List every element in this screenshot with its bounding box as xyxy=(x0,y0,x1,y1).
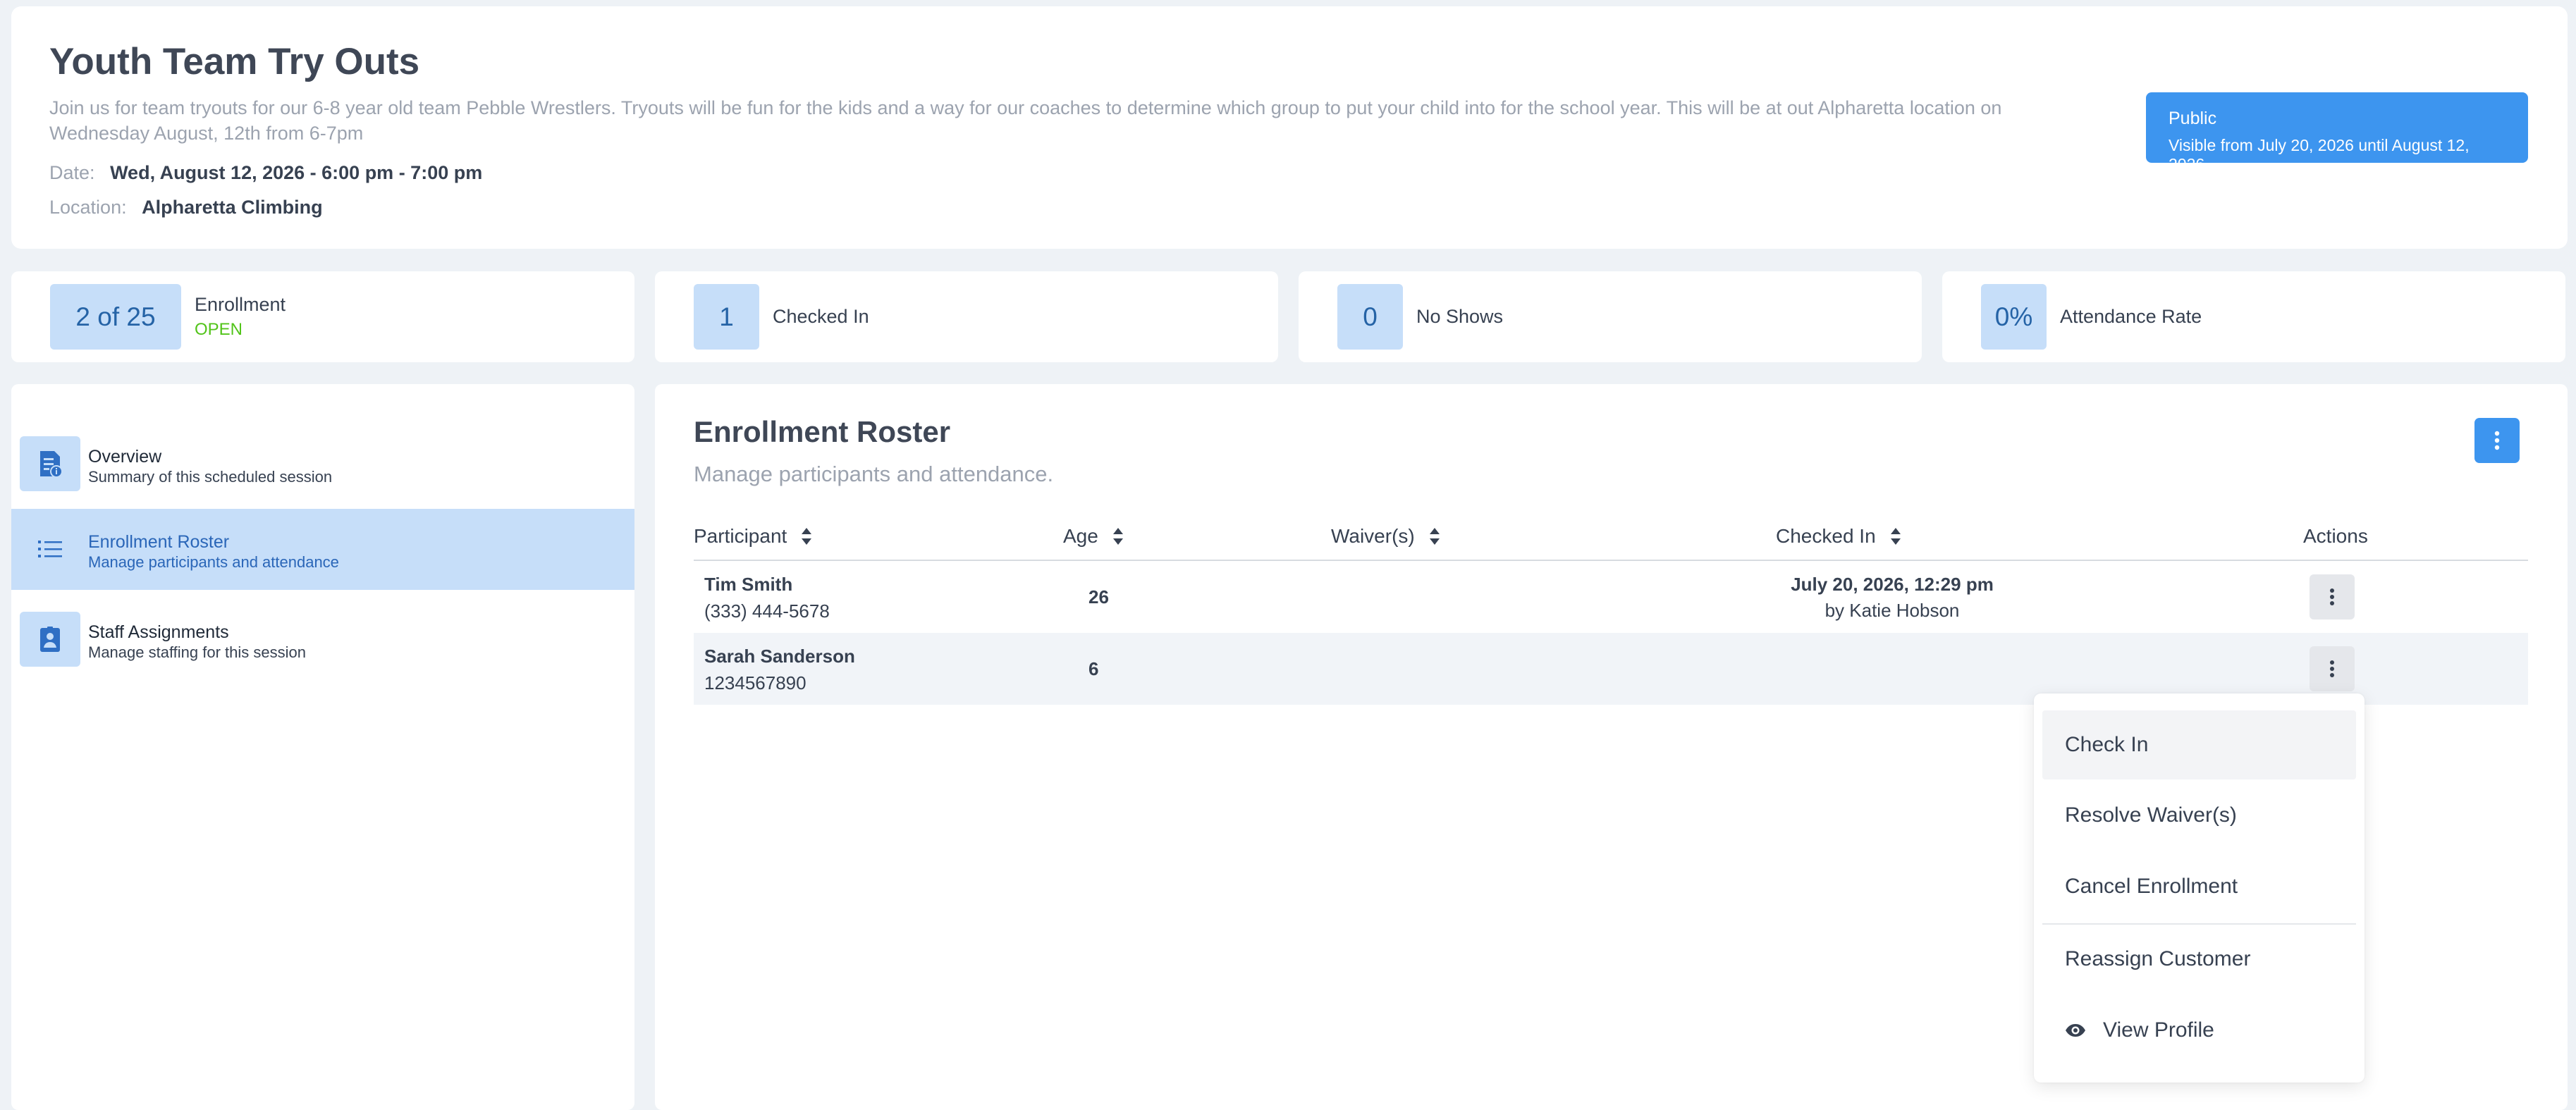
list-icon xyxy=(20,522,80,576)
column-header-label: Age xyxy=(1063,525,1098,547)
roster-subtitle: Manage participants and attendance. xyxy=(694,462,1054,486)
event-location: Location: Alpharetta Climbing xyxy=(49,197,323,218)
sidebar-item-enrollment-roster[interactable]: Enrollment Roster Manage participants an… xyxy=(11,509,634,590)
date-value: Wed, August 12, 2026 - 6:00 pm - 7:00 pm xyxy=(110,162,483,183)
kebab-icon xyxy=(2330,660,2334,677)
visibility-subtitle: Visible from July 20, 2026 until August … xyxy=(2169,136,2470,173)
participant-phone: 1234567890 xyxy=(704,672,806,693)
badge-icon xyxy=(20,612,80,667)
column-header-checked-in[interactable]: Checked In xyxy=(1776,525,1901,548)
sidebar-item-label: Overview xyxy=(88,447,162,467)
participant-age: 26 xyxy=(1088,586,1109,608)
sidebar-item-sublabel: Summary of this scheduled session xyxy=(88,468,333,486)
menu-item-reassign-customer[interactable]: Reassign Customer xyxy=(2042,925,2356,994)
eye-icon xyxy=(2066,1024,2085,1037)
participant-age: 6 xyxy=(1088,658,1099,679)
visibility-title: Public xyxy=(2169,109,2217,128)
sort-icon xyxy=(802,528,812,545)
menu-item-label: Cancel Enrollment xyxy=(2065,875,2238,898)
menu-item-view-profile[interactable]: View Profile xyxy=(2042,996,2356,1065)
menu-item-label: Check In xyxy=(2065,733,2149,756)
menu-item-label: Resolve Waiver(s) xyxy=(2065,803,2237,827)
sidebar-item-sublabel: Manage participants and attendance xyxy=(88,553,339,571)
visibility-badge[interactable]: Public Visible from July 20, 2026 until … xyxy=(2146,92,2528,173)
menu-item-label: Reassign Customer xyxy=(2065,947,2251,970)
checked-in-info: July 20, 2026, 12:29 pm by Katie Hobson xyxy=(1681,574,2104,622)
menu-item-label: View Profile xyxy=(2103,1018,2214,1042)
attendance-rate-value: 0% xyxy=(1981,284,2047,350)
column-header-age[interactable]: Age xyxy=(1063,525,1124,548)
no-shows-label: No Shows xyxy=(1416,306,1504,327)
checked-in-count: 1 xyxy=(694,284,759,350)
checked-in-date: July 20, 2026, 12:29 pm xyxy=(1791,574,1994,595)
menu-item-cancel-enrollment[interactable]: Cancel Enrollment xyxy=(2042,852,2356,921)
column-header-label: Participant xyxy=(694,525,787,547)
participant-name[interactable]: Tim Smith xyxy=(704,574,792,596)
sidebar-item-label: Staff Assignments xyxy=(88,622,229,642)
participant-name[interactable]: Sarah Sanderson xyxy=(704,646,855,667)
enrollment-label: Enrollment xyxy=(195,294,286,315)
checked-in-label: Checked In xyxy=(773,306,869,327)
enrollment-status: OPEN xyxy=(195,320,243,339)
date-label: Date: xyxy=(49,162,95,183)
column-header-participant[interactable]: Participant xyxy=(694,525,812,548)
row-action-menu: Check In Resolve Waiver(s) Cancel Enroll… xyxy=(2034,693,2365,1083)
checked-in-by: by Katie Hobson xyxy=(1824,600,1960,621)
sidebar-item-sublabel: Manage staffing for this session xyxy=(88,643,306,661)
sidebar: Overview Summary of this scheduled sessi… xyxy=(11,384,634,1110)
table-row: Tim Smith (333) 444-5678 26 July 20, 202… xyxy=(694,561,2528,633)
column-header-waivers[interactable]: Waiver(s) xyxy=(1331,525,1440,548)
event-date: Date: Wed, August 12, 2026 - 6:00 pm - 7… xyxy=(49,162,482,184)
sidebar-item-staff-assignments[interactable]: Staff Assignments Manage staffing for th… xyxy=(11,599,634,680)
stat-no-shows: 0 No Shows xyxy=(1299,271,1922,362)
location-label: Location: xyxy=(49,197,127,218)
column-header-label: Checked In xyxy=(1776,525,1876,547)
no-shows-count: 0 xyxy=(1337,284,1403,350)
event-description: Join us for team tryouts for our 6-8 yea… xyxy=(49,97,2002,144)
stat-enrollment: 2 of 25 Enrollment OPEN xyxy=(11,271,634,362)
kebab-icon xyxy=(2494,431,2500,450)
sort-icon xyxy=(1890,528,1901,545)
roster-more-button[interactable] xyxy=(2474,418,2520,463)
row-actions-button[interactable] xyxy=(2310,646,2355,691)
stat-attendance-rate: 0% Attendance Rate xyxy=(1942,271,2565,362)
sort-icon xyxy=(1429,528,1440,545)
stat-checked-in: 1 Checked In xyxy=(655,271,1278,362)
column-header-actions: Actions xyxy=(2303,525,2368,548)
sidebar-item-label: Enrollment Roster xyxy=(88,532,230,552)
roster-title: Enrollment Roster xyxy=(694,415,951,448)
participant-phone: (333) 444-5678 xyxy=(704,600,830,622)
attendance-rate-label: Attendance Rate xyxy=(2060,306,2202,327)
event-title: Youth Team Try Outs xyxy=(49,41,420,82)
kebab-icon xyxy=(2330,588,2334,605)
document-info-icon xyxy=(20,436,80,491)
column-header-label: Actions xyxy=(2303,525,2368,547)
enrollment-count: 2 of 25 xyxy=(50,284,181,350)
menu-item-check-in[interactable]: Check In xyxy=(2042,710,2356,779)
sort-icon xyxy=(1112,528,1123,545)
column-header-label: Waiver(s) xyxy=(1331,525,1415,547)
event-header: Youth Team Try Outs Join us for team try… xyxy=(11,6,2568,249)
menu-item-resolve-waivers[interactable]: Resolve Waiver(s) xyxy=(2042,781,2356,850)
row-actions-button[interactable] xyxy=(2310,574,2355,619)
sidebar-item-overview[interactable]: Overview Summary of this scheduled sessi… xyxy=(11,424,634,505)
location-value: Alpharetta Climbing xyxy=(142,197,323,218)
